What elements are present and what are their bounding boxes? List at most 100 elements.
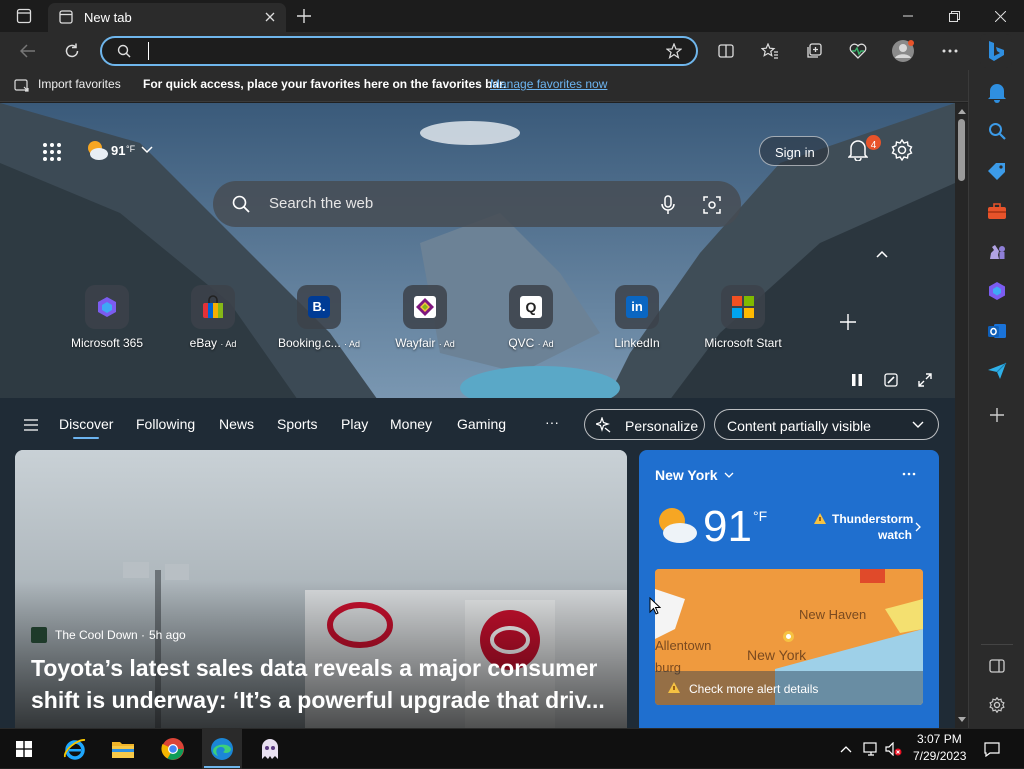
taskbar-date[interactable]: 7/29/2023 bbox=[913, 749, 966, 763]
shortcut-linkedin[interactable]: in bbox=[615, 285, 659, 329]
tab-news[interactable]: News bbox=[219, 416, 254, 432]
minimize-icon[interactable] bbox=[896, 6, 920, 26]
shortcut-label: eBay · Ad bbox=[189, 336, 237, 350]
sidebar-notifications-bell-icon[interactable] bbox=[986, 82, 1008, 104]
sidebar-tools-briefcase-icon[interactable] bbox=[986, 200, 1008, 222]
tab-gaming[interactable]: Gaming bbox=[457, 416, 506, 432]
map-label-new-york: New York bbox=[747, 647, 807, 663]
weather-alert-line-1[interactable]: Thunderstorm bbox=[832, 512, 913, 526]
apps-launcher-icon[interactable] bbox=[40, 140, 64, 164]
manage-favorites-link[interactable]: Manage favorites now bbox=[490, 77, 607, 91]
close-window-icon[interactable] bbox=[988, 6, 1012, 26]
shortcut-wayfair[interactable] bbox=[403, 285, 447, 329]
shortcut-qvc[interactable]: Q bbox=[509, 285, 553, 329]
sidebar-outlook-icon[interactable] bbox=[986, 320, 1008, 342]
news-card[interactable]: The Cool Down · 5h ago Toyota’s latest s… bbox=[15, 450, 627, 728]
file-explorer-icon[interactable] bbox=[110, 737, 136, 761]
shortcut-microsoft-start[interactable] bbox=[721, 285, 765, 329]
weather-alert-map[interactable]: New Haven Allentown New York burg Check … bbox=[655, 569, 923, 705]
sidebar-settings-gear-icon[interactable] bbox=[988, 696, 1006, 714]
header-weather-temp[interactable]: 91 bbox=[111, 143, 125, 158]
sign-in-button[interactable]: Sign in bbox=[759, 136, 829, 166]
tab-strip: New tab bbox=[0, 0, 1024, 32]
volume-muted-icon[interactable] bbox=[884, 741, 904, 757]
chevron-right-icon[interactable] bbox=[913, 520, 923, 534]
add-shortcut-plus-icon[interactable] bbox=[838, 312, 858, 332]
scrollbar-thumb[interactable] bbox=[958, 119, 965, 181]
collections-icon[interactable] bbox=[802, 40, 826, 62]
page-scrollbar[interactable] bbox=[955, 103, 968, 728]
scroll-up-arrow-icon[interactable] bbox=[957, 107, 966, 115]
windows-taskbar: 3:07 PM 7/29/2023 bbox=[0, 728, 1024, 769]
scroll-down-arrow-icon[interactable] bbox=[957, 715, 966, 723]
pause-background-icon[interactable] bbox=[848, 371, 866, 389]
tab-discover[interactable]: Discover bbox=[59, 416, 113, 432]
more-tabs-button[interactable]: ··· bbox=[545, 414, 559, 430]
chevron-down-icon[interactable] bbox=[140, 144, 154, 156]
edge-sidebar bbox=[968, 70, 1024, 728]
personalize-sparkle-icon bbox=[595, 416, 613, 434]
address-input[interactable] bbox=[148, 42, 568, 60]
weather-alert-line-2[interactable]: watch bbox=[878, 528, 912, 542]
weather-city[interactable]: New York bbox=[655, 467, 718, 483]
import-favorites-button[interactable]: Import favorites bbox=[38, 77, 121, 91]
action-center-icon[interactable] bbox=[982, 740, 1002, 758]
tab-play[interactable]: Play bbox=[341, 416, 368, 432]
chrome-icon[interactable] bbox=[160, 736, 186, 762]
shortcut-ebay[interactable] bbox=[191, 285, 235, 329]
tab-new-tab[interactable]: New tab bbox=[48, 3, 286, 32]
copilot-icon[interactable] bbox=[980, 34, 1012, 68]
news-source[interactable]: The Cool Down bbox=[55, 628, 138, 642]
news-headline[interactable]: Toyota’s latest sales data reveals a maj… bbox=[31, 652, 621, 716]
web-search-box[interactable]: Search the web bbox=[213, 181, 741, 227]
sidebar-shopping-tag-icon[interactable] bbox=[986, 160, 1008, 182]
ghost-app-icon[interactable] bbox=[257, 736, 283, 762]
tab-sports[interactable]: Sports bbox=[277, 416, 317, 432]
taskbar-time[interactable]: 3:07 PM bbox=[917, 732, 962, 746]
favorites-icon[interactable] bbox=[758, 40, 782, 62]
more-options-icon[interactable] bbox=[938, 40, 962, 62]
weather-more-options-icon[interactable] bbox=[899, 468, 919, 480]
tab-following[interactable]: Following bbox=[136, 416, 195, 432]
collapse-chevron-up-icon[interactable] bbox=[874, 248, 890, 260]
check-alert-details-link[interactable]: Check more alert details bbox=[689, 682, 818, 696]
browser-essentials-icon[interactable] bbox=[846, 40, 870, 62]
tab-actions-icon[interactable] bbox=[12, 6, 36, 26]
weather-card[interactable]: New York 91 °F Thunderstorm watch New Ha… bbox=[639, 450, 939, 728]
weather-partly-cloudy-icon[interactable] bbox=[84, 137, 110, 163]
address-bar[interactable] bbox=[100, 36, 698, 66]
sidebar-drop-send-icon[interactable] bbox=[986, 360, 1008, 382]
sidebar-add-plus-icon[interactable] bbox=[988, 406, 1006, 424]
voice-search-microphone-icon[interactable] bbox=[657, 194, 679, 216]
sidebar-hide-panel-icon[interactable] bbox=[988, 657, 1006, 675]
menu-hamburger-icon[interactable] bbox=[22, 417, 40, 433]
profile-avatar[interactable] bbox=[890, 38, 916, 64]
refresh-icon[interactable] bbox=[60, 40, 84, 62]
windows-start-icon[interactable] bbox=[14, 739, 34, 759]
sidebar-games-chess-icon[interactable] bbox=[986, 240, 1008, 262]
personalize-button[interactable]: Personalize bbox=[584, 409, 705, 440]
visual-search-icon[interactable] bbox=[701, 194, 723, 216]
content-visibility-dropdown[interactable]: Content partially visible bbox=[714, 409, 939, 440]
chevron-down-icon[interactable] bbox=[723, 470, 735, 480]
show-hidden-icons-chevron-icon[interactable] bbox=[838, 741, 854, 757]
edit-background-icon[interactable] bbox=[882, 371, 900, 389]
split-screen-icon[interactable] bbox=[714, 40, 738, 62]
close-tab-icon[interactable] bbox=[262, 9, 278, 25]
tab-money[interactable]: Money bbox=[390, 416, 432, 432]
new-tab-plus-icon[interactable] bbox=[294, 6, 314, 26]
shortcut-booking[interactable]: B. bbox=[297, 285, 341, 329]
sidebar-microsoft-365-icon[interactable] bbox=[986, 280, 1008, 302]
settings-gear-icon[interactable] bbox=[890, 138, 914, 162]
alert-warning-icon bbox=[813, 512, 827, 526]
restore-icon[interactable] bbox=[942, 6, 966, 26]
shortcut-microsoft-365[interactable] bbox=[85, 285, 129, 329]
sidebar-search-icon[interactable] bbox=[986, 120, 1008, 142]
network-icon[interactable] bbox=[862, 741, 880, 757]
internet-explorer-icon[interactable] bbox=[62, 736, 88, 762]
back-icon[interactable] bbox=[16, 40, 40, 62]
expand-icon[interactable] bbox=[916, 371, 934, 389]
edge-browser-icon[interactable] bbox=[209, 736, 235, 762]
shortcut-label: Microsoft 365 bbox=[70, 336, 144, 350]
add-favorite-star-icon[interactable] bbox=[664, 42, 684, 60]
